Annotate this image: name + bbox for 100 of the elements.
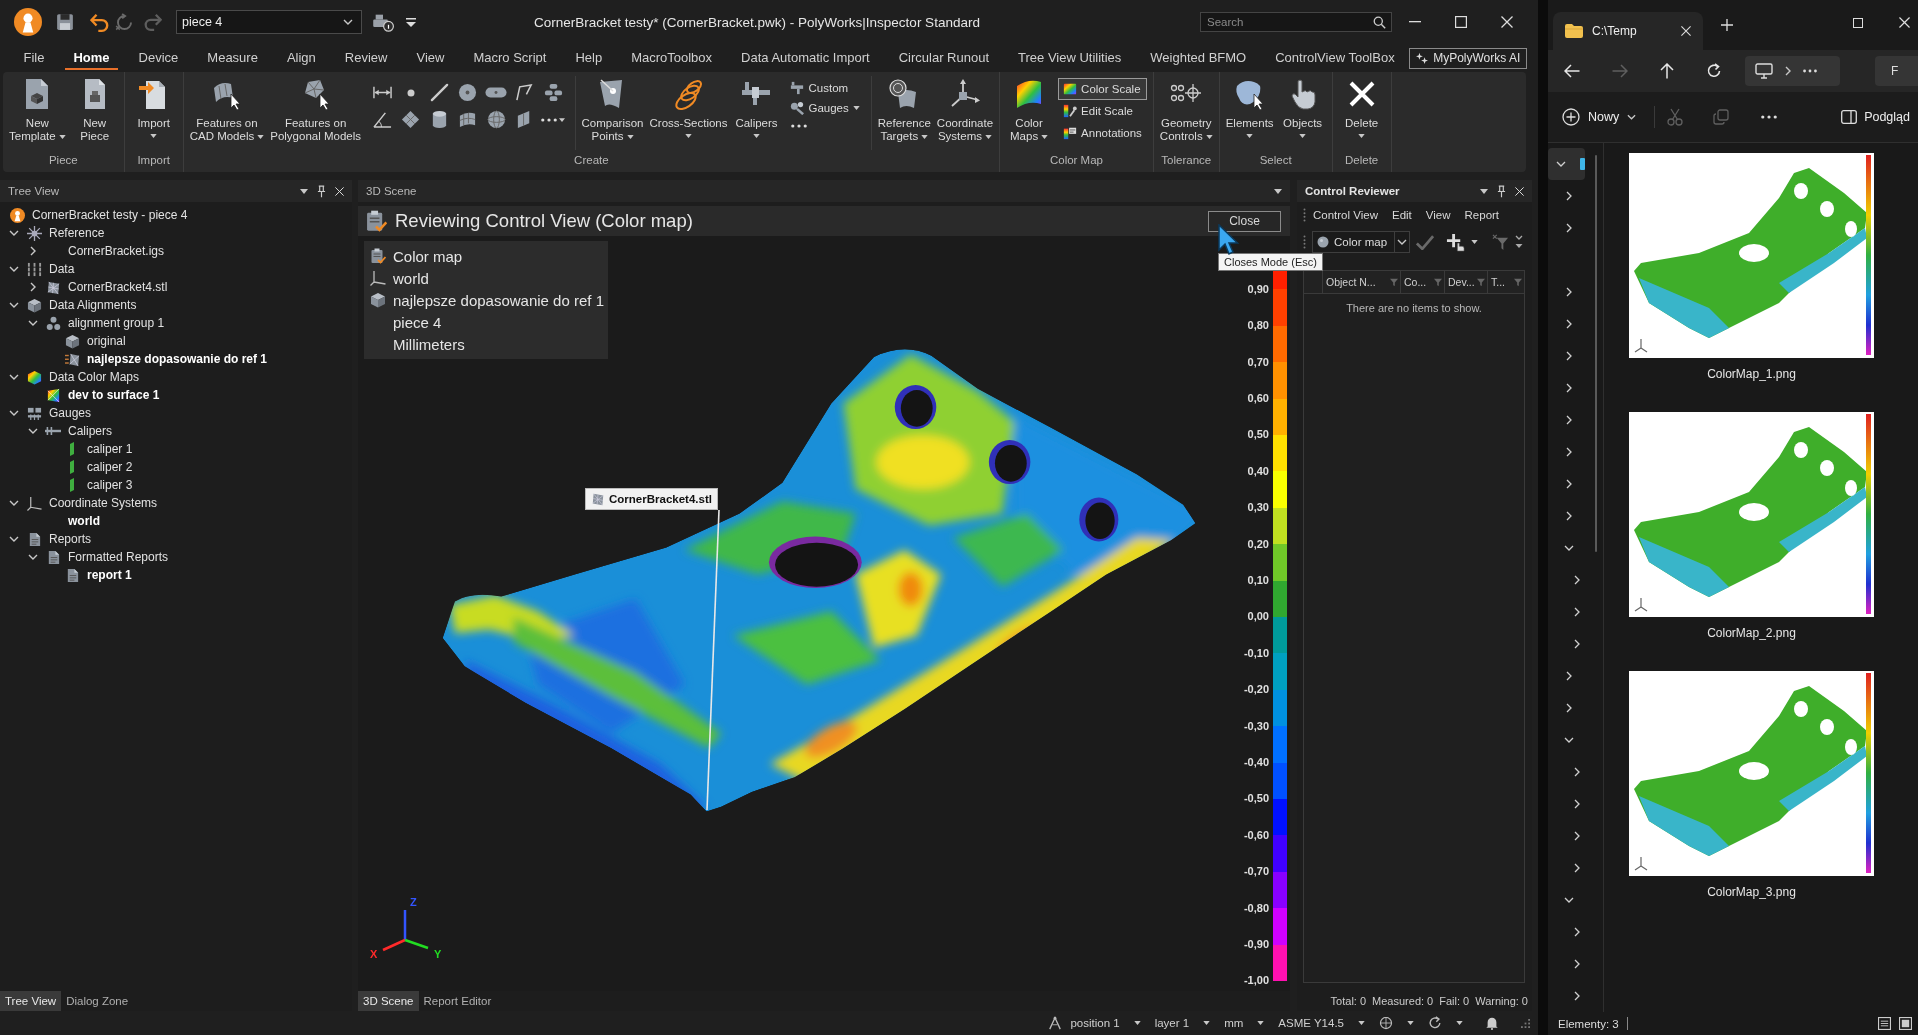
chevron-down-icon[interactable]: [9, 536, 19, 542]
chevron-down-icon[interactable]: [9, 266, 19, 272]
ribbon-button[interactable]: Coordinate Systems: [933, 72, 997, 143]
add-hand-icon[interactable]: [1446, 232, 1465, 252]
tree-item[interactable]: dev to surface 1: [68, 388, 160, 402]
chevron-down-icon[interactable]: [1564, 545, 1574, 551]
chevron-down-icon[interactable]: [28, 554, 38, 560]
up-arrow-icon[interactable]: [1660, 63, 1674, 79]
pin-icon[interactable]: [1497, 184, 1506, 198]
maximize-icon[interactable]: [1853, 18, 1863, 28]
ribbon-button[interactable]: Edit Scale: [1058, 100, 1147, 122]
caret-icon[interactable]: [1257, 1021, 1265, 1025]
menu-tab[interactable]: Measure: [199, 46, 266, 70]
close-icon[interactable]: [1681, 26, 1691, 36]
scrollbar-thumb[interactable]: [1594, 155, 1597, 552]
chevron-down-icon[interactable]: [1564, 897, 1574, 903]
tree-item[interactable]: CornerBracket4.stl: [68, 280, 168, 294]
sphere-icon[interactable]: [486, 110, 506, 129]
address-bar[interactable]: [1745, 56, 1840, 86]
menu-item[interactable]: Edit: [1385, 209, 1419, 221]
ribbon-button[interactable]: New Piece: [68, 72, 121, 143]
menu-item[interactable]: Report: [1457, 209, 1507, 221]
caret-icon[interactable]: [1358, 1021, 1365, 1025]
circular-arrow-icon[interactable]: [115, 12, 134, 32]
plane-icon[interactable]: [401, 110, 421, 129]
more-icon[interactable]: [1761, 115, 1778, 119]
pin-icon[interactable]: [317, 184, 326, 198]
search-field[interactable]: F: [1875, 56, 1918, 86]
tree-item[interactable]: world: [68, 514, 100, 528]
close-icon[interactable]: [1501, 16, 1513, 28]
caret-icon[interactable]: [1274, 188, 1282, 194]
tree-item[interactable]: alignment group 1: [68, 316, 165, 330]
chevron-right-icon[interactable]: [1566, 351, 1572, 361]
color-map-dropdown[interactable]: Color map: [1312, 231, 1410, 253]
angle-icon[interactable]: [372, 110, 392, 129]
tree-item[interactable]: Gauges: [49, 406, 92, 420]
ribbon-button[interactable]: Comparison Points: [578, 72, 647, 143]
ribbon-button[interactable]: Elements: [1222, 72, 1277, 138]
tree-item[interactable]: Coordinate Systems: [49, 496, 158, 510]
tree-item[interactable]: Data Color Maps: [49, 370, 140, 384]
column-header[interactable]: Co...: [1400, 271, 1444, 293]
minimize-icon[interactable]: [1409, 21, 1421, 23]
tree-item[interactable]: Reference: [49, 226, 105, 240]
menu-tab[interactable]: Tree View Utilities: [1010, 46, 1130, 70]
tree-item[interactable]: Formatted Reports: [68, 550, 169, 564]
overflow-chevron-icon[interactable]: [1515, 235, 1523, 249]
chevron-right-icon[interactable]: [1566, 671, 1572, 681]
ribbon-button[interactable]: New Template: [6, 72, 69, 143]
app-logo-icon[interactable]: [14, 8, 42, 36]
menu-tab[interactable]: Weighted BFMO: [1142, 46, 1255, 70]
ribbon-button[interactable]: Calipers: [730, 72, 783, 138]
menu-tab[interactable]: Device: [130, 46, 187, 70]
tree-item[interactable]: Reports: [49, 532, 92, 546]
menu-tab[interactable]: Macro Script: [465, 46, 555, 70]
menu-tab[interactable]: Review: [336, 46, 396, 70]
ribbon-button[interactable]: Color Maps: [1003, 72, 1056, 143]
compass-icon[interactable]: [1048, 1016, 1063, 1030]
chevron-right-icon[interactable]: [1566, 287, 1572, 297]
tree-item[interactable]: najlepsze dopasowanie do ref 1: [87, 352, 268, 366]
ribbon-button[interactable]: Gauges: [785, 98, 865, 118]
menu-item[interactable]: Control View: [1306, 209, 1385, 221]
caret-icon[interactable]: [1203, 1021, 1211, 1025]
ai-button[interactable]: MyPolyWorks AI: [1409, 47, 1528, 69]
chevron-right-icon[interactable]: [1566, 511, 1572, 521]
chevron-down-icon[interactable]: [9, 374, 19, 380]
plus-icon[interactable]: [1721, 19, 1733, 31]
cylinders-icon[interactable]: [543, 83, 563, 102]
status-dropdown[interactable]: mm: [1224, 1017, 1244, 1029]
close-icon[interactable]: [1899, 17, 1910, 28]
menu-tab[interactable]: Help: [567, 46, 611, 70]
file-name[interactable]: ColorMap_3.png: [1707, 885, 1796, 899]
menu-item[interactable]: View: [1418, 209, 1458, 221]
menu-tab[interactable]: View: [408, 46, 453, 70]
panel-tab[interactable]: Tree View: [0, 991, 62, 1011]
caret-icon[interactable]: [300, 188, 308, 194]
ribbon-button[interactable]: Import: [127, 72, 180, 138]
new-button[interactable]: Nowy: [1562, 108, 1637, 126]
search-field[interactable]: Search: [1200, 12, 1392, 32]
caret-icon[interactable]: [1407, 1021, 1414, 1025]
ribbon-button[interactable]: Objects: [1276, 72, 1329, 138]
more-icon[interactable]: [541, 117, 558, 122]
chevron-down-icon[interactable]: [9, 500, 19, 506]
chevron-down-icon[interactable]: [9, 230, 19, 236]
piece-dropdown[interactable]: piece 4: [176, 10, 362, 34]
tree-item[interactable]: caliper 1: [87, 442, 133, 456]
chevron-right-icon[interactable]: [1566, 447, 1572, 457]
ribbon-button[interactable]: Features on Polygonal Models: [267, 72, 364, 143]
menu-tab[interactable]: MacroToolbox: [623, 46, 721, 70]
chevron-right-icon[interactable]: [30, 282, 36, 292]
caret-icon[interactable]: [1133, 1021, 1141, 1025]
chevron-right-icon[interactable]: [1566, 703, 1572, 713]
chevron-down-icon[interactable]: [28, 320, 38, 326]
panel-tab[interactable]: 3D Scene: [358, 991, 419, 1011]
chevron-right-icon[interactable]: [1574, 575, 1580, 585]
object-label[interactable]: CornerBracket4.stl: [585, 488, 718, 510]
menu-tab[interactable]: File: [15, 46, 53, 70]
filter-clear-icon[interactable]: [1492, 233, 1509, 251]
close-icon[interactable]: [335, 186, 344, 196]
circle-icon[interactable]: [458, 83, 478, 102]
chevron-right-icon[interactable]: [1574, 799, 1580, 809]
